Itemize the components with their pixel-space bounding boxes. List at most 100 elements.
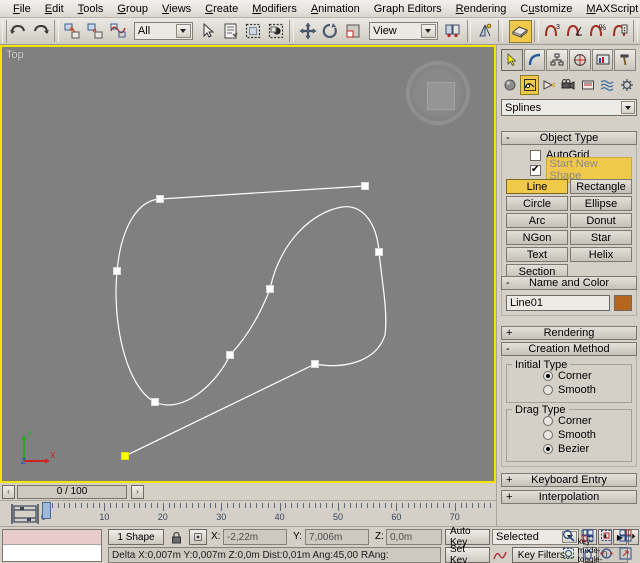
rollout-toggle-keyboard-entry[interactable]: + — [506, 474, 512, 486]
rollout-header-object-type[interactable]: - Object Type — [501, 131, 637, 145]
helpers-category[interactable] — [579, 75, 597, 95]
motion-tab[interactable] — [569, 48, 591, 71]
object-type-helix[interactable]: Helix — [570, 247, 632, 262]
pan-button[interactable] — [579, 546, 596, 561]
menu-customize[interactable]: Customize — [513, 1, 579, 17]
spinner-snap-button[interactable] — [608, 20, 631, 43]
viewport-canvas[interactable]: Top X Y Z — [2, 47, 494, 481]
reference-coordinate-arrow[interactable] — [420, 24, 436, 38]
select-by-name-button[interactable] — [220, 20, 243, 43]
initial-type-smooth-row[interactable]: Smooth — [515, 383, 625, 397]
mini-listener-output[interactable] — [3, 530, 101, 545]
y-coordinate-field[interactable]: 7,006m — [305, 529, 369, 545]
absolute-relative-transform-button[interactable] — [189, 529, 207, 545]
drag-type-bezier-radio[interactable] — [543, 444, 553, 454]
select-and-scale-button[interactable] — [342, 20, 365, 43]
zoom-all-button[interactable] — [579, 528, 596, 543]
drag-type-smooth-row[interactable]: Smooth — [515, 428, 625, 442]
object-type-star[interactable]: Star — [570, 230, 632, 245]
object-type-rectangle[interactable]: Rectangle — [570, 179, 632, 194]
mirror-button[interactable] — [473, 20, 496, 43]
rollout-header-name-and-color[interactable]: - Name and Color — [501, 276, 637, 290]
rollout-toggle-object-type[interactable]: - — [506, 132, 510, 144]
selection-filter-arrow[interactable] — [175, 24, 191, 38]
rollout-header-rendering[interactable]: + Rendering — [501, 326, 637, 340]
reference-coordinate-system-combo[interactable]: View — [369, 22, 438, 40]
create-tab[interactable] — [501, 48, 523, 71]
rollout-toggle-name-and-color[interactable]: - — [506, 277, 510, 289]
subcategory-arrow[interactable] — [621, 101, 635, 114]
zoom-extents-button[interactable] — [598, 528, 615, 543]
start-new-shape-row[interactable]: ✔ Start New Shape — [506, 157, 632, 183]
menu-tools[interactable]: Tools — [71, 1, 111, 17]
drag-type-corner-row[interactable]: Corner — [515, 414, 625, 428]
hierarchy-tab[interactable] — [546, 48, 569, 71]
set-key-button[interactable]: Set Key — [445, 544, 490, 563]
window-crossing-button[interactable] — [265, 20, 288, 43]
rollout-header-creation-method[interactable]: - Creation Method — [501, 342, 637, 356]
select-and-rotate-button[interactable] — [319, 20, 342, 43]
menu-rendering[interactable]: Rendering — [449, 1, 514, 17]
drag-type-corner-radio[interactable] — [543, 416, 553, 426]
auto-key-button[interactable]: Auto Key — [445, 526, 490, 548]
modify-tab[interactable] — [523, 48, 546, 71]
menu-group[interactable]: Group — [110, 1, 155, 17]
redo-button[interactable] — [30, 20, 53, 43]
start-new-shape-checkbox[interactable]: ✔ — [530, 164, 541, 176]
time-next-arrow[interactable]: › — [131, 484, 144, 499]
drag-type-bezier-row[interactable]: Bezier — [515, 442, 625, 456]
use-pivot-point-center-button[interactable] — [442, 20, 465, 43]
initial-type-corner-row[interactable]: Corner — [515, 369, 625, 383]
menu-modifiers[interactable]: Modifiers — [245, 1, 304, 17]
subcategory-combo[interactable]: Splines — [501, 99, 637, 116]
space-warps-category[interactable] — [598, 75, 616, 95]
shapes-category[interactable] — [520, 75, 539, 95]
menu-create[interactable]: Create — [198, 1, 245, 17]
object-type-ngon[interactable]: NGon — [506, 230, 568, 245]
viewport-top[interactable]: Top X Y Z — [0, 45, 496, 483]
time-prev-arrow[interactable]: ‹ — [2, 484, 15, 499]
menu-graph-editors[interactable]: Graph Editors — [367, 1, 449, 17]
menu-views[interactable]: Views — [155, 1, 198, 17]
time-slider-field[interactable]: 0 / 100 — [17, 484, 127, 499]
rollout-toggle-creation-method[interactable]: - — [506, 343, 510, 355]
object-color-swatch[interactable] — [614, 295, 632, 311]
rollout-toggle-interpolation[interactable]: + — [506, 491, 512, 503]
unlink-selection-button[interactable] — [84, 20, 107, 43]
select-and-link-button[interactable] — [61, 20, 84, 43]
set-key-curve-button[interactable] — [492, 547, 508, 563]
drag-type-smooth-radio[interactable] — [543, 430, 553, 440]
object-type-ellipse[interactable]: Ellipse — [570, 196, 632, 211]
selection-filter-combo[interactable]: All — [133, 22, 193, 40]
initial-type-smooth-radio[interactable] — [543, 385, 553, 395]
snap-3d-button[interactable]: 3 — [541, 20, 564, 43]
percent-snap-button[interactable]: % — [586, 20, 609, 43]
lock-selection-button[interactable] — [168, 530, 184, 545]
object-type-donut[interactable]: Donut — [570, 213, 632, 228]
snaps-toggle-button[interactable] — [509, 19, 532, 43]
rollout-header-keyboard-entry[interactable]: + Keyboard Entry — [501, 473, 637, 487]
undo-button[interactable] — [7, 20, 30, 43]
object-type-text[interactable]: Text — [506, 247, 568, 262]
object-type-circle[interactable]: Circle — [506, 196, 568, 211]
mini-listener-input[interactable] — [3, 545, 101, 561]
autogrid-checkbox[interactable] — [530, 149, 541, 161]
utilities-tab[interactable] — [614, 48, 637, 71]
z-coordinate-field[interactable]: 0,0m — [386, 529, 442, 545]
bind-to-space-warp-button[interactable] — [106, 20, 129, 43]
systems-category[interactable] — [618, 75, 636, 95]
object-type-line[interactable]: Line — [506, 179, 568, 194]
maximize-viewport-toggle-button[interactable] — [617, 546, 634, 561]
select-object-button[interactable] — [197, 20, 220, 43]
lights-category[interactable] — [540, 75, 558, 95]
zoom-extents-all-button[interactable] — [617, 528, 634, 543]
geometry-category[interactable] — [501, 75, 519, 95]
cameras-category[interactable] — [559, 75, 577, 95]
field-of-view-button[interactable] — [560, 546, 577, 561]
menu-maxscript[interactable]: MAXScript — [579, 1, 640, 17]
object-type-arc[interactable]: Arc — [506, 213, 568, 228]
select-and-move-button[interactable] — [296, 20, 319, 43]
x-coordinate-field[interactable]: -2,22m — [223, 529, 287, 545]
initial-type-corner-radio[interactable] — [543, 371, 553, 381]
display-tab[interactable] — [591, 48, 614, 71]
